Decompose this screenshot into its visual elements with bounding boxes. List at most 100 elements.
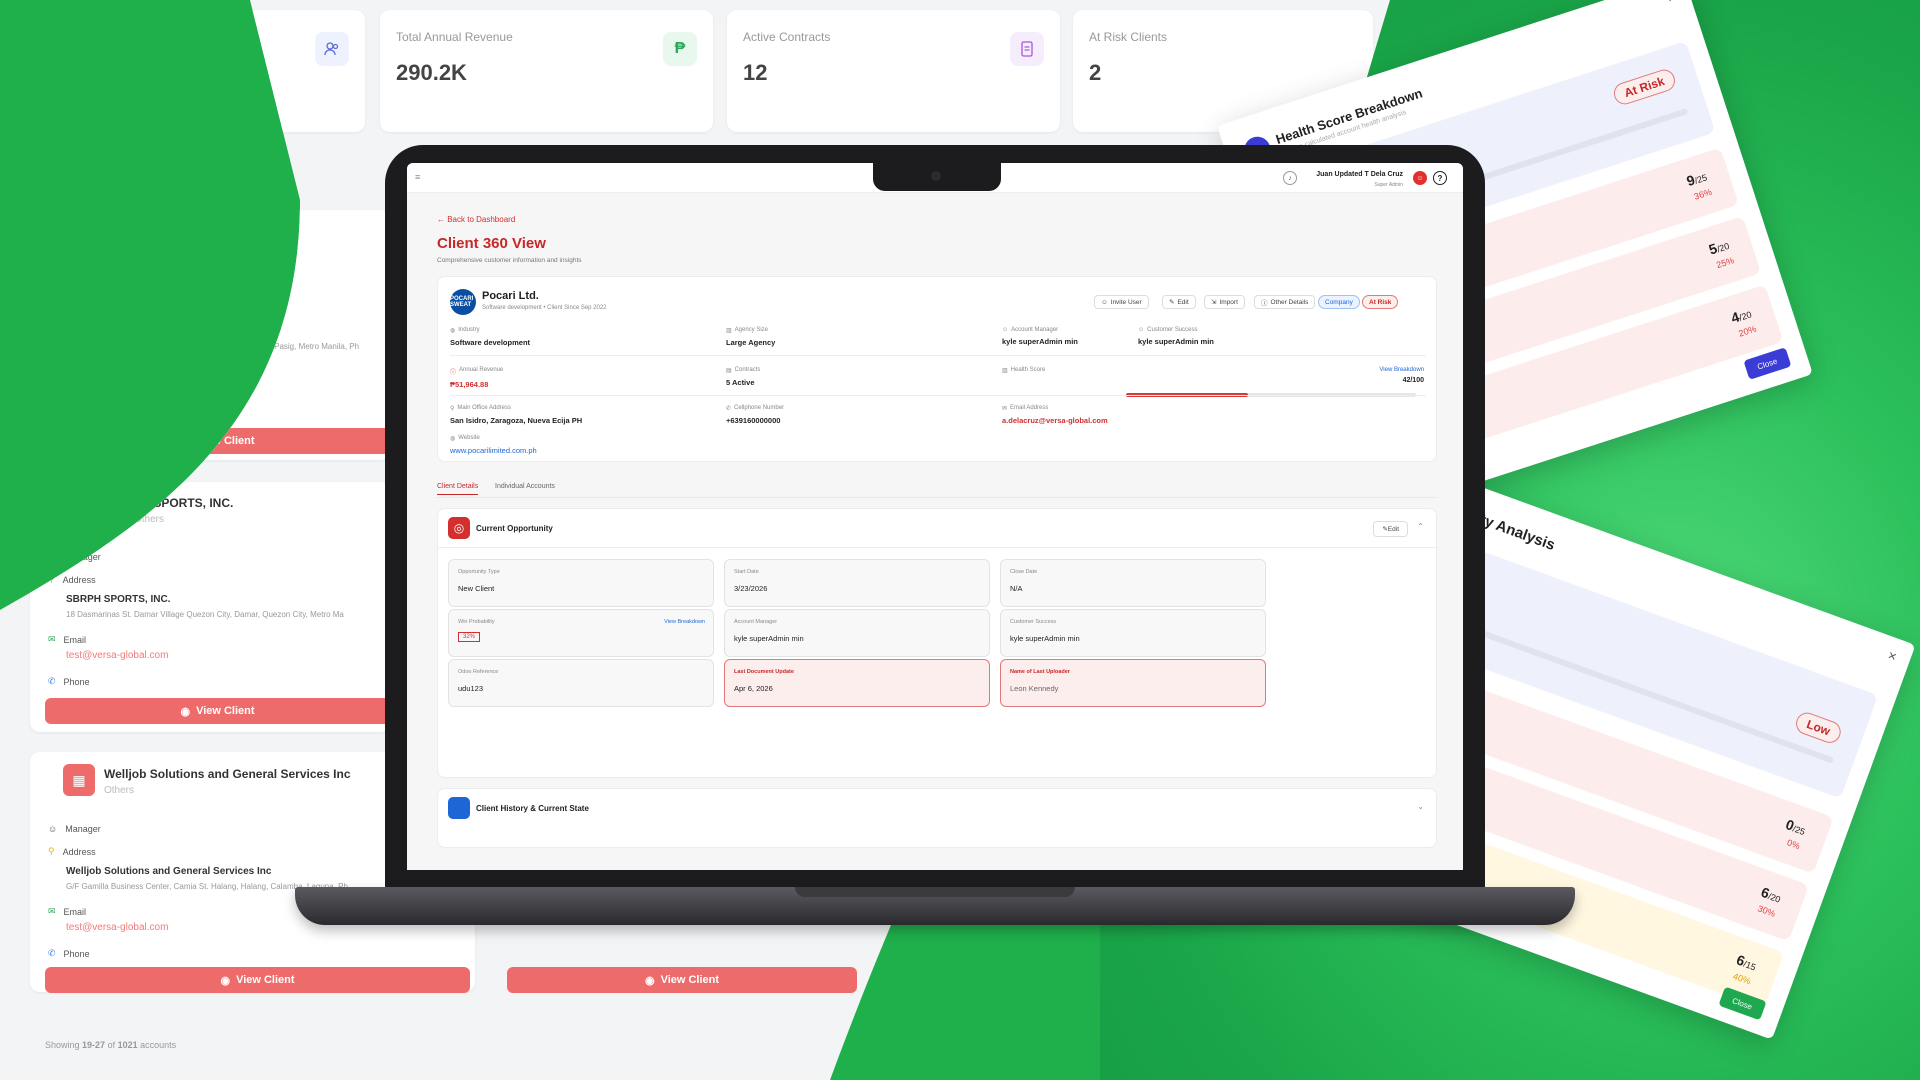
user-role: Super Admin xyxy=(1374,182,1403,188)
score-percent: 40% xyxy=(1731,970,1753,987)
building-icon: ▦ xyxy=(63,764,95,796)
start-date-field: Start Date 3/23/2026 xyxy=(724,559,990,607)
kpi-label: Total Annual Revenue xyxy=(396,30,513,44)
confidence-badge: Low xyxy=(1793,709,1844,746)
last-uploader-field: Name of Last Uploader Leon Kennedy xyxy=(1000,659,1266,707)
user-icon: ☺ xyxy=(1101,298,1108,306)
user-name: Juan Updated T Dela Cruz xyxy=(1316,171,1403,178)
user-menu[interactable]: Juan Updated T Dela Cruz Super Admin xyxy=(1316,170,1403,190)
view-breakdown-link[interactable]: View Breakdown xyxy=(1379,367,1424,373)
avatar[interactable]: ☺ xyxy=(1413,171,1427,185)
peso-icon: ₱ xyxy=(663,32,697,66)
email-link[interactable]: a.delacruz@versa-global.com xyxy=(1002,416,1108,425)
health-score-field: ▥ Health Score xyxy=(1002,367,1046,374)
kpi-value: 290.2K xyxy=(396,60,467,85)
client-history-card: Client History & Current State ⌄ xyxy=(437,788,1437,848)
tab-individual-accounts[interactable]: Individual Accounts xyxy=(495,483,555,490)
client-category: Others xyxy=(104,785,135,796)
document-icon xyxy=(1010,32,1044,66)
address-name: SBRPH SPORTS, INC. xyxy=(66,594,171,605)
target-icon: ◎ xyxy=(448,517,470,539)
close-icon[interactable]: × xyxy=(1665,0,1678,6)
building-icon xyxy=(448,797,470,819)
back-to-dashboard-link[interactable]: ← Back to Dashboard xyxy=(437,215,515,224)
info-icon: ⓘ xyxy=(1261,300,1268,307)
view-client-button[interactable]: ◉ View Client xyxy=(45,967,470,993)
mail-icon: ✉ xyxy=(1002,406,1008,412)
phone-label: ✆ Phone xyxy=(48,948,90,959)
chart-icon: ▥ xyxy=(1002,368,1008,374)
eye-icon: ◉ xyxy=(220,974,231,987)
users-icon xyxy=(315,32,349,66)
address-name: Welljob Solutions and General Services I… xyxy=(66,866,272,877)
view-client-button[interactable]: ◉ View Client xyxy=(45,698,390,724)
email-link[interactable]: test@versa-global.com xyxy=(66,650,168,661)
user-icon: ☺ xyxy=(1138,327,1145,333)
pagination-summary: Showing 19-27 of 1021 accounts xyxy=(45,1040,177,1050)
eye-icon: ◉ xyxy=(644,974,655,987)
view-breakdown-link[interactable]: View Breakdown xyxy=(664,619,705,625)
account-manager-field: ☺ Account Manager kyle superAdmin min xyxy=(1002,327,1078,346)
chevron-up-icon[interactable]: ⌃ xyxy=(1417,522,1424,531)
score-value: 6/20 xyxy=(1758,883,1782,905)
score-percent: 0% xyxy=(1785,837,1802,852)
kpi-value: 12 xyxy=(743,60,768,85)
camera-icon xyxy=(931,171,941,181)
close-date-field: Close Date N/A xyxy=(1000,559,1266,607)
score-percent: 36% xyxy=(1692,186,1714,202)
at-risk-badge: At Risk xyxy=(1362,295,1399,309)
button-label: View Client xyxy=(660,974,720,986)
client-profile-card: POCARI SWEAT Pocari Ltd. Software develo… xyxy=(437,276,1437,462)
score-percent: 30% xyxy=(1756,903,1777,919)
location-pin-icon: ⚲ xyxy=(48,846,55,856)
page-title: Client 360 View xyxy=(437,235,546,252)
tab-client-details[interactable]: Client Details xyxy=(437,483,479,495)
annual-revenue-field: ⓘ Annual Revenue ₱51,964.88 xyxy=(450,367,504,389)
address-field: ⚲ Main Office Address San Isidro, Zaragoza… xyxy=(450,405,583,425)
invite-user-button[interactable]: ☺ Invite User xyxy=(1094,295,1149,309)
agency-size-field: ▥ Agency Size Large Agency xyxy=(726,327,776,347)
chevron-down-icon[interactable]: ⌄ xyxy=(1417,802,1424,811)
close-icon[interactable]: × xyxy=(1886,647,1899,665)
phone-icon: ✆ xyxy=(48,676,56,686)
client-name: Welljob Solutions and General Services I… xyxy=(104,767,351,781)
score-value: 0/25 xyxy=(1783,816,1807,838)
contracts-field: ▤ Contracts 5 Active xyxy=(726,367,761,387)
score-value: 9/25 xyxy=(1684,171,1709,190)
score-value: 6/15 xyxy=(1734,951,1758,973)
phone-label: ✆ Phone xyxy=(48,676,90,687)
score-percent: 25% xyxy=(1715,255,1736,271)
last-document-update-field: Last Document Update Apr 6, 2026 xyxy=(724,659,990,707)
health-score-value: 42/100 xyxy=(1402,377,1424,384)
location-pin-icon: ⚲ xyxy=(450,406,455,412)
menu-icon[interactable]: ≡ xyxy=(415,172,420,182)
kpi-card-contracts: Active Contracts 12 xyxy=(727,10,1060,132)
industry-field: ◍ Industry Software development xyxy=(450,327,531,347)
import-button[interactable]: ⇲ Import xyxy=(1204,295,1245,309)
score-value: 5/20 xyxy=(1706,239,1731,258)
other-details-button[interactable]: ⓘ Other Details xyxy=(1254,295,1316,309)
pencil-icon: ✎ xyxy=(1169,299,1175,306)
email-label: ✉ Email xyxy=(48,634,87,645)
mail-icon: ✉ xyxy=(48,634,56,644)
current-opportunity-card: ◎ Current Opportunity ✎ Edit ⌃ Opportunit… xyxy=(437,508,1438,778)
help-icon[interactable]: ? xyxy=(1433,171,1447,185)
client-logo: POCARI SWEAT xyxy=(450,289,476,315)
company-badge: Company xyxy=(1318,295,1360,309)
phone-icon: ✆ xyxy=(726,406,732,412)
mail-icon: ✉ xyxy=(48,906,56,916)
user-icon: ☺ xyxy=(48,824,58,834)
website-link[interactable]: www.pocarilimited.com.ph xyxy=(450,446,537,455)
edit-button[interactable]: ✎ Edit xyxy=(1162,295,1196,309)
email-label: ✉ Email xyxy=(48,906,87,917)
manager-label: ☺ Manager xyxy=(48,824,101,834)
view-client-button[interactable]: ◉ View Client xyxy=(507,967,857,993)
email-link[interactable]: test@versa-global.com xyxy=(66,922,168,933)
bell-icon[interactable]: ♪ xyxy=(1283,171,1297,185)
customer-success-field: ☺ Customer Success kyle superAdmin min xyxy=(1138,327,1214,346)
kpi-value: 2 xyxy=(1089,60,1102,85)
client-subtitle: Software development • Client Since Sep … xyxy=(482,305,607,311)
website-field: ◍ Website www.pocarilimited.com.ph xyxy=(450,435,537,455)
edit-opportunity-button[interactable]: ✎ Edit xyxy=(1373,521,1408,537)
score-value: 4/20 xyxy=(1728,308,1753,327)
